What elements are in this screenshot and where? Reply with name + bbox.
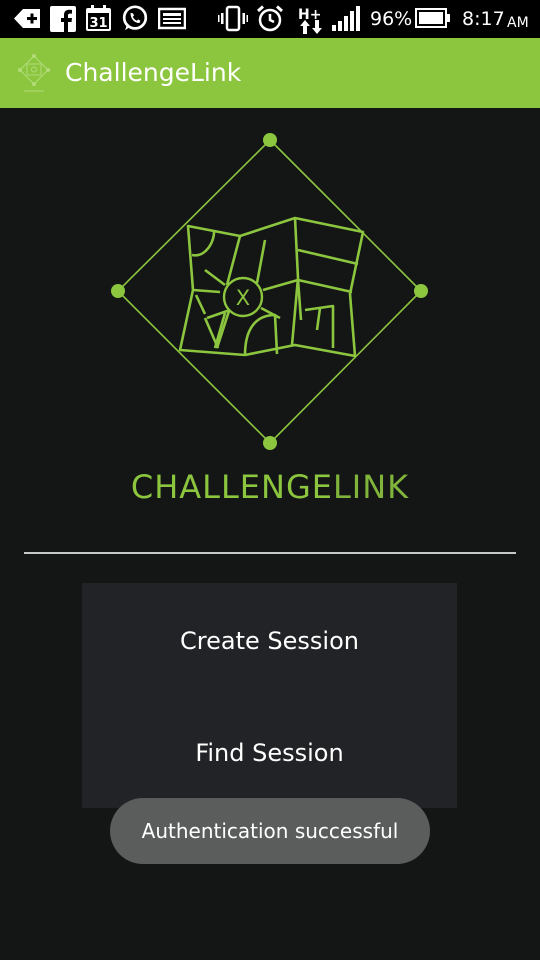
clock-ampm: AM bbox=[507, 15, 529, 31]
logo-wordmark: CHALLENGELINK bbox=[131, 468, 409, 506]
logo-center-mark: X bbox=[236, 286, 250, 310]
session-menu: Create Session Find Session bbox=[82, 583, 457, 808]
toast-message: Authentication successful bbox=[110, 798, 430, 864]
whatsapp-icon bbox=[122, 5, 148, 31]
calendar-day-text: 31 bbox=[89, 16, 107, 31]
divider bbox=[24, 552, 516, 554]
battery-icon bbox=[415, 8, 450, 28]
app-logo-icon bbox=[18, 54, 50, 92]
challengelink-logo: X CHALLENGELINK bbox=[111, 133, 428, 506]
logo-diamond-frame bbox=[111, 133, 428, 450]
find-session-button[interactable]: Find Session bbox=[82, 697, 457, 809]
clock-time: 8:17 bbox=[462, 8, 505, 30]
signal-icon bbox=[332, 6, 360, 31]
alarm-icon bbox=[256, 5, 284, 32]
screen: 31 H+ 96% 8:17 AM ChallengeLink X CHALLE… bbox=[0, 0, 540, 960]
image-icon bbox=[158, 7, 186, 30]
app-bar: ChallengeLink bbox=[0, 38, 540, 108]
app-title: ChallengeLink bbox=[65, 58, 242, 87]
facebook-icon bbox=[50, 6, 76, 32]
battery-percent: 96% bbox=[370, 8, 413, 30]
logo-wordmark-bold: CHALLENGE bbox=[131, 468, 333, 506]
data-arrows-icon bbox=[300, 20, 322, 34]
back-arrow-plus-icon bbox=[14, 9, 40, 28]
calendar-icon: 31 bbox=[86, 5, 111, 31]
vibrate-icon bbox=[218, 5, 248, 32]
status-bar: 31 H+ 96% 8:17 AM bbox=[0, 0, 540, 38]
create-session-button[interactable]: Create Session bbox=[82, 585, 457, 697]
logo-map-icon: X bbox=[178, 216, 365, 358]
logo-wordmark-light: LINK bbox=[333, 468, 409, 506]
